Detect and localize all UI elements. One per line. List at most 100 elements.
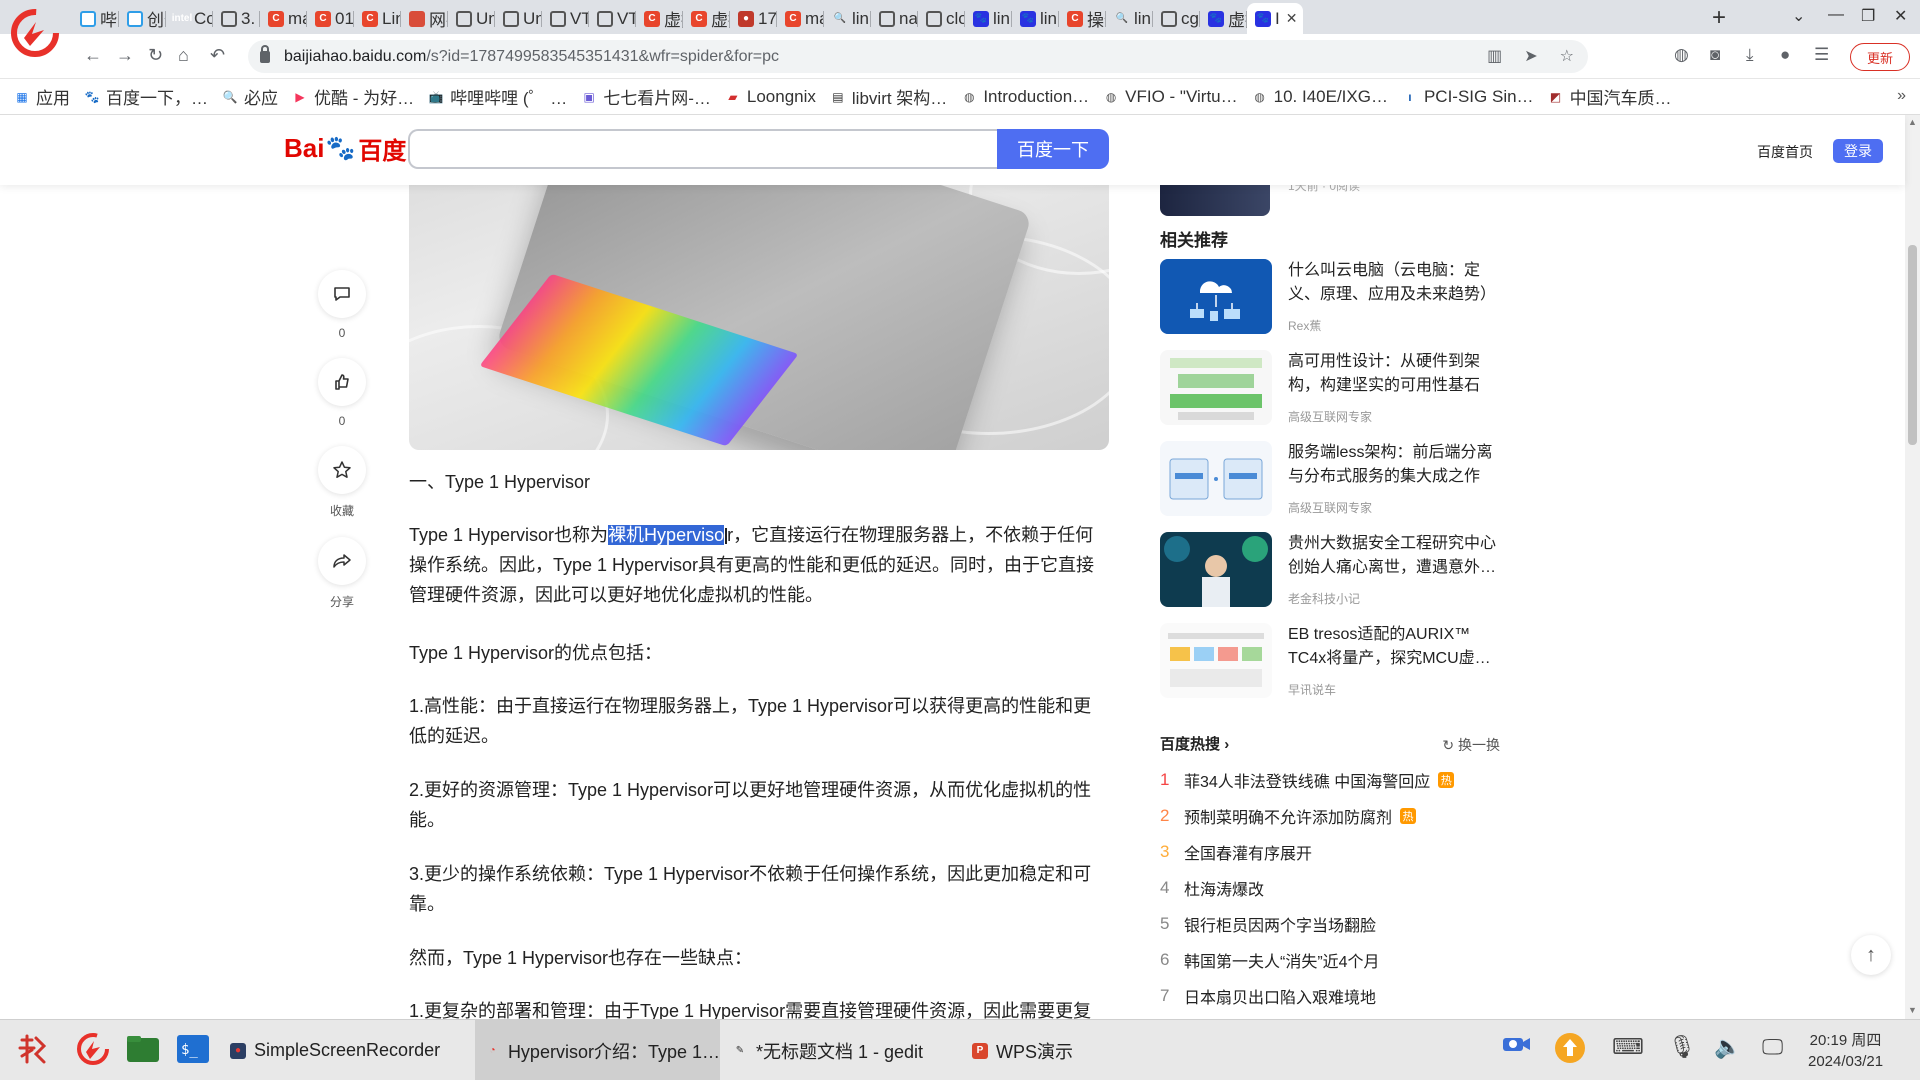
camera-indicator-icon[interactable] [1502,1034,1532,1060]
hot-search-title[interactable]: 百度热搜 › [1160,733,1229,754]
related-item-title[interactable]: 贵州大数据安全工程研究中心创始人痛心离世，遭遇意外… [1288,532,1503,580]
screenshot-camera-icon[interactable]: ◙ [1710,45,1720,65]
related-item-title[interactable]: 高可用性设计：从硬件到架构，构建坚实的可用性基石 [1288,350,1503,398]
hot-search-item[interactable]: 3 全国春灌有序展开 [1160,837,1500,867]
browser-tab[interactable]: 🐾 lin [1012,3,1059,34]
hot-search-text[interactable]: 全国春灌有序展开 [1184,840,1312,864]
related-thumbnail[interactable] [1160,532,1272,607]
start-menu-icon[interactable] [14,1030,52,1068]
download-icon[interactable]: ⤓ [1746,45,1754,65]
address-bar[interactable]: baijiahao.baidu.com/s?id=178749958354535… [248,40,1588,73]
lock-icon[interactable] [260,44,270,63]
hot-search-item[interactable]: 4 杜海涛爆改 [1160,873,1500,903]
page-scrollbar[interactable]: ▲ ▼ [1905,115,1920,1019]
favorite-button[interactable] [318,446,366,494]
hot-search-text[interactable]: 杜海涛爆改 [1184,876,1264,900]
browser-tab[interactable]: C 01 [307,3,354,34]
related-item[interactable]: 什么叫云电脑（云电脑：定义、原理、应用及未来趋势） Rex蕉 [1160,259,1500,339]
reader-mode-icon[interactable]: ▥ [1487,46,1502,66]
browser-tab[interactable]: 3. F [213,3,260,34]
tab-active[interactable]: 🐾 I ✕ [1247,3,1303,34]
terminal-icon[interactable]: $_ [174,1030,212,1068]
taskbar-task[interactable]: P WPS演示 [962,1020,1112,1080]
related-item-title[interactable]: 服务端less架构：前后端分离与分布式服务的集大成之作 [1288,441,1503,489]
share-button[interactable] [318,537,366,585]
browser-tab[interactable]: Un [495,3,542,34]
hot-search-text[interactable]: 银行柜员因两个字当场翻脸 [1184,912,1376,936]
browser-tab[interactable]: 🐾 lin [965,3,1012,34]
back-arrow-icon[interactable]: ← [84,45,102,66]
volume-icon[interactable]: 🔈 [1714,1034,1741,1060]
profile-avatar-icon[interactable]: ● [1780,45,1790,65]
vpn-globe-icon[interactable]: ◍ [1674,45,1689,65]
related-item[interactable]: 贵州大数据安全工程研究中心创始人痛心离世，遭遇意外… 老金科技小记 [1160,532,1500,612]
browser-tab[interactable]: 🐾虚拟 [1200,3,1247,34]
browser-tab[interactable]: clo [918,3,965,34]
taskbar-task[interactable]: ◔ Hypervisor介绍：Type 1… [475,1020,720,1080]
baidu-logo[interactable]: Bai 🐾 百度 [284,131,406,166]
bookmark-item[interactable]: ı PCI-SIG Sin… [1402,87,1533,107]
related-item[interactable]: EB tresos适配的AURIX™ TC4x将量产，探究MCU虚拟化… 早讯说… [1160,623,1500,703]
scroll-up-icon[interactable]: ▲ [1908,117,1917,127]
browser-tab[interactable]: 网- [401,3,448,34]
system-clock[interactable]: 20:19 周四 2024/03/21 [1808,1030,1883,1072]
browser-tab[interactable]: C Lin [354,3,401,34]
hot-search-item[interactable]: 7 日本扇贝出口陷入艰难境地 [1160,981,1500,1011]
hot-search-item[interactable]: 5 银行柜员因两个字当场翻脸 [1160,909,1500,939]
bookmark-item[interactable]: ◍ VFIO - "Virtu… [1103,87,1238,107]
tab-search-chevron-icon[interactable]: ⌄ [1792,6,1805,26]
maximize-button[interactable]: ❐ [1861,6,1875,26]
hot-search-text[interactable]: 预制菜明确不允许添加防腐剂 [1184,804,1392,828]
file-manager-icon[interactable] [124,1030,162,1068]
browser-tab[interactable]: Un [448,3,495,34]
comment-button[interactable] [318,270,366,318]
browser-tab[interactable]: intelCor [166,3,213,34]
browser-tab[interactable]: VTu [542,3,589,34]
close-window-button[interactable]: ✕ [1894,6,1907,26]
browser-tab[interactable]: C操作 [1059,3,1106,34]
bookmark-item[interactable]: ◍ 10. I40E/IXG… [1252,87,1388,107]
related-item-title[interactable]: 什么叫云电脑（云电脑：定义、原理、应用及未来趋势） [1288,259,1503,307]
keyboard-icon[interactable]: ⌨ [1612,1034,1644,1060]
taskbar-task[interactable]: ✎ *无标题文档 1 - gedit [722,1020,932,1080]
login-button[interactable]: 登录 [1833,139,1883,163]
bookmark-item[interactable]: ▶ 优酷 - 为好… [292,84,414,109]
browser-tab[interactable]: Cma [260,3,307,34]
bookmark-item[interactable]: ▣ 七七看片网-… [581,84,711,109]
related-item[interactable]: 服务端less架构：前后端分离与分布式服务的集大成之作 高级互联网专家 [1160,441,1500,521]
more-bookmarks-icon[interactable]: » [1897,87,1906,105]
scroll-down-icon[interactable]: ▼ [1908,1005,1917,1015]
update-arrow-icon[interactable] [1552,1030,1588,1072]
hot-search-text[interactable]: 菲34人非法登铁线礁 中国海警回应 [1184,768,1430,792]
hot-search-text[interactable]: 韩国第一夫人“消失”近4个月 [1184,948,1380,972]
browser-tab[interactable]: C虚拟 [683,3,730,34]
browser-tab[interactable]: 创作 [119,3,166,34]
baidu-home-link[interactable]: 百度首页 [1757,142,1813,162]
browser-tab[interactable]: na [871,3,918,34]
browser-tab[interactable]: C虚拟 [636,3,683,34]
send-icon[interactable]: ➤ [1524,46,1537,66]
refresh-button[interactable]: ↻ 换一换 [1442,735,1500,755]
back-to-top-button[interactable]: ↑ [1851,935,1891,975]
browser-tab[interactable]: ●17. [730,3,777,34]
related-item[interactable]: 高可用性设计：从硬件到架构，构建坚实的可用性基石 高级互联网专家 [1160,350,1500,430]
browser-logo-icon[interactable] [10,8,60,58]
browser-tab[interactable]: VTu [589,3,636,34]
browser-tab[interactable]: 哔哩 [72,3,119,34]
like-button[interactable] [318,358,366,406]
selected-text[interactable]: 裸机Hyperviso [608,525,725,545]
bookmark-item[interactable]: ▦ 应用 [14,84,70,109]
bookmark-item[interactable]: ▰ Loongnix [725,87,816,107]
browser-launcher-icon[interactable] [74,1030,112,1068]
bookmark-item[interactable]: 🔍 必应 [222,84,278,109]
related-thumbnail[interactable] [1160,259,1272,334]
bookmark-item[interactable]: ◩ 中国汽车质… [1548,84,1672,109]
taskbar-task[interactable]: ● SimpleScreenRecorder [220,1020,470,1080]
microphone-icon[interactable]: 🎙 [1668,1034,1696,1060]
browser-tab[interactable]: Cma [777,3,824,34]
hot-search-item[interactable]: 2 预制菜明确不允许添加防腐剂热 [1160,801,1500,831]
search-input[interactable] [408,129,998,169]
display-icon[interactable]: 🖵 [1762,1034,1783,1060]
bookmark-star-icon[interactable]: ☆ [1560,46,1574,66]
undo-close-icon[interactable]: ↶ [210,45,225,66]
